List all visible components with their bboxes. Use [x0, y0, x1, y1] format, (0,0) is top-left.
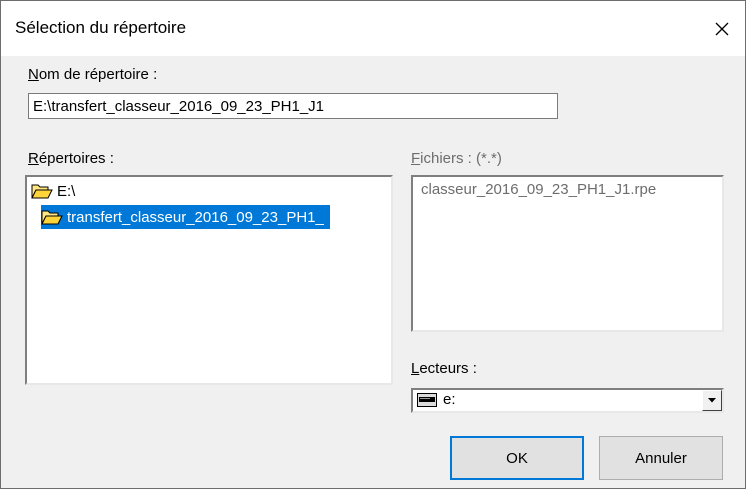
dirname-input[interactable] — [28, 93, 558, 119]
directory-item-label: transfert_classeur_2016_09_23_PH1_ — [67, 208, 324, 226]
drives-dropdown[interactable]: e: — [411, 388, 724, 413]
dialog-window: Sélection du répertoire Nom de répertoir… — [0, 0, 746, 489]
close-icon — [715, 22, 729, 35]
window-title: Sélection du répertoire — [15, 18, 187, 37]
title-bar[interactable]: Sélection du répertoire — [1, 1, 745, 56]
dialog-client-area: Nom de répertoire : Répertoires : E:\ tr… — [1, 56, 745, 488]
files-list[interactable]: classeur_2016_09_23_PH1_J1.rpe — [411, 175, 724, 332]
file-item[interactable]: classeur_2016_09_23_PH1_J1.rpe — [421, 181, 656, 198]
drives-selected-value: e: — [443, 391, 456, 408]
dirname-label: Nom de répertoire : — [28, 66, 158, 83]
cancel-button[interactable]: Annuler — [599, 436, 723, 480]
directory-item-label: E:\ — [57, 182, 76, 200]
folder-open-icon — [31, 184, 53, 199]
directory-item-root[interactable]: E:\ — [31, 179, 75, 203]
folder-open-icon — [41, 210, 63, 225]
chevron-down-icon — [708, 398, 716, 403]
directories-label: Répertoires : — [28, 150, 114, 167]
files-label: Fichiers : (*.*) — [411, 150, 502, 167]
directories-list[interactable]: E:\ transfert_classeur_2016_09_23_PH1_ — [25, 175, 393, 385]
close-button[interactable] — [699, 1, 745, 56]
directory-item-selected[interactable]: transfert_classeur_2016_09_23_PH1_ — [41, 205, 330, 229]
drive-icon — [417, 393, 437, 407]
ok-button[interactable]: OK — [450, 436, 584, 480]
drives-dropdown-button[interactable] — [702, 390, 722, 411]
drives-label: Lecteurs : — [411, 360, 477, 377]
